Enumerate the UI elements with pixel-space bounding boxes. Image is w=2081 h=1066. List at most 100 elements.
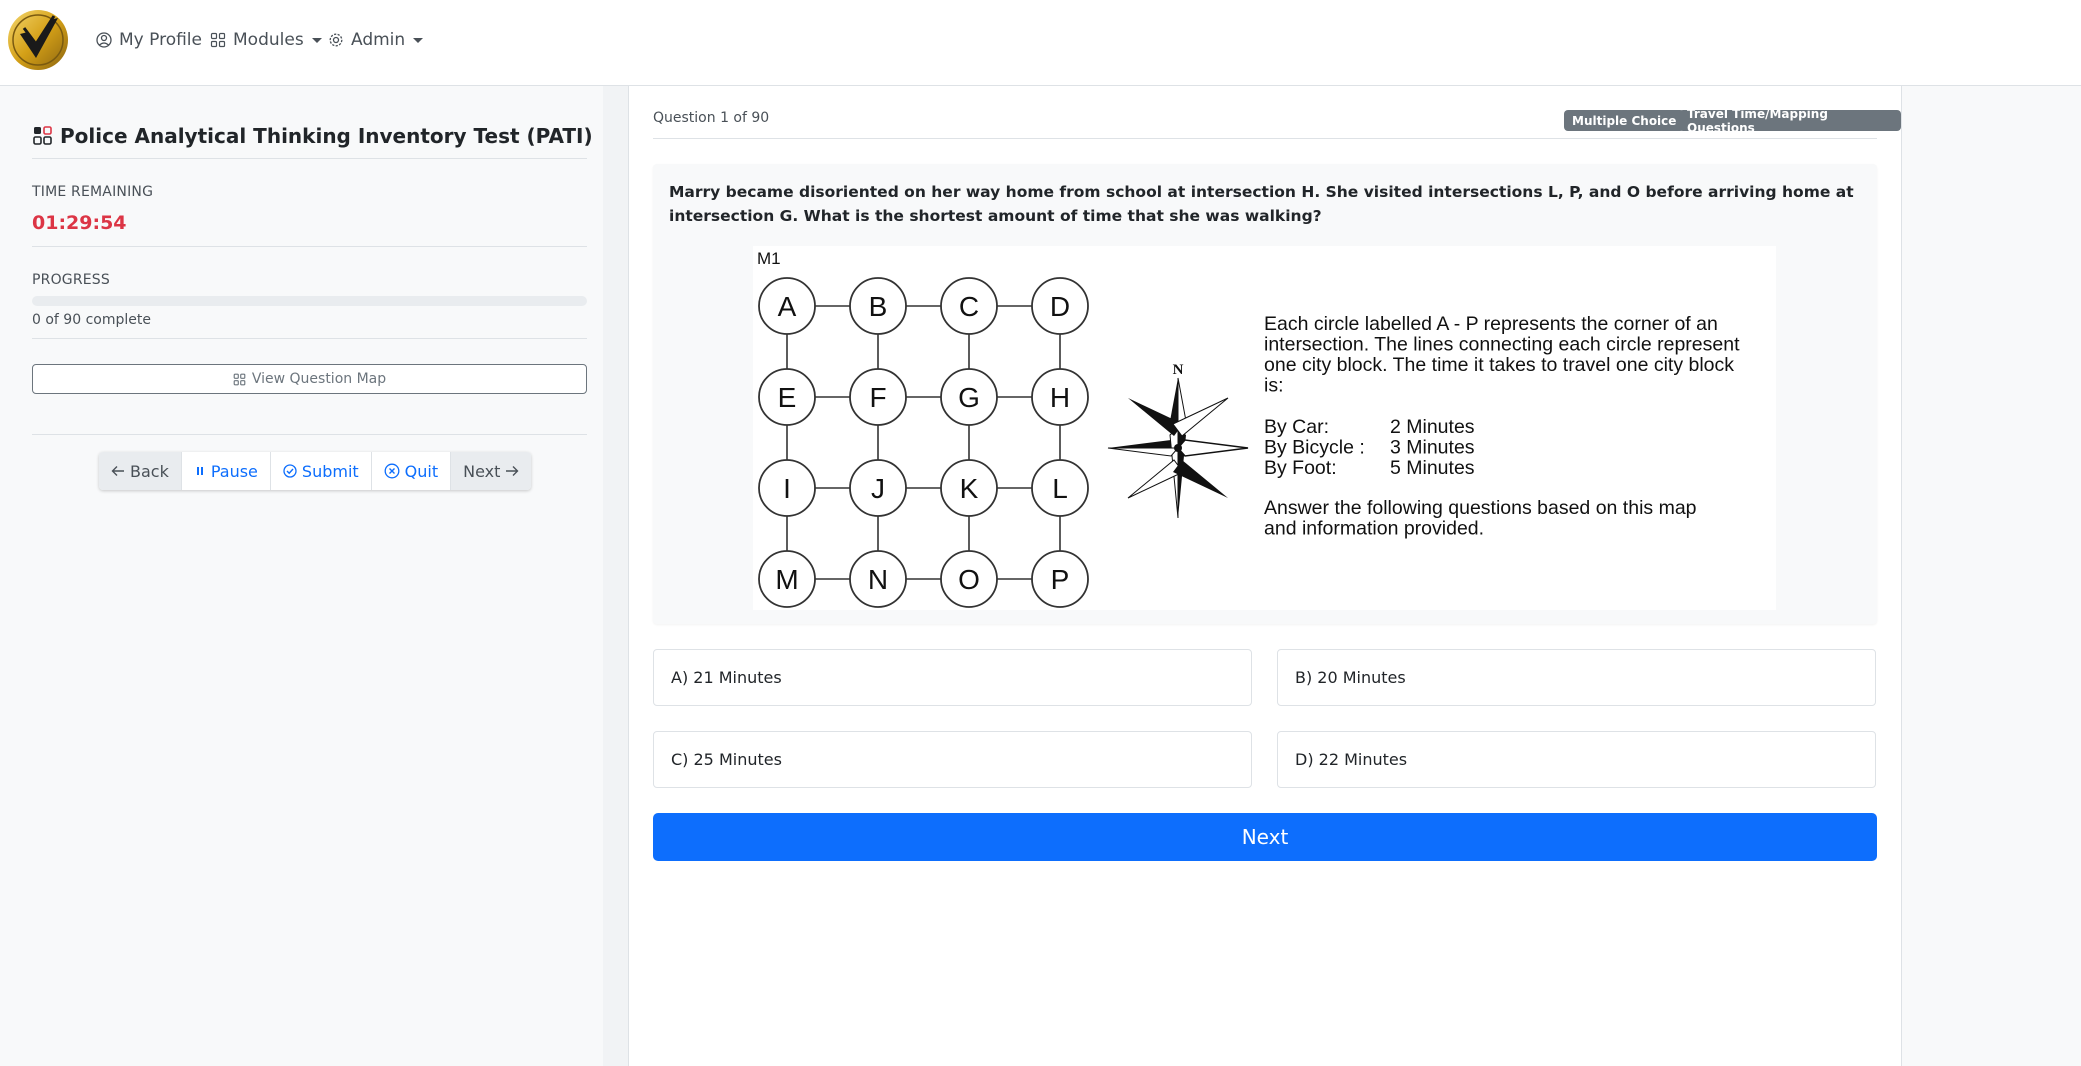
map-node-k: K: [940, 459, 998, 517]
answer-option-label: A) 21 Minutes: [671, 668, 782, 687]
map-node-l: L: [1031, 459, 1089, 517]
next-label: Next: [463, 461, 501, 481]
time-remaining-label: TIME REMAINING: [32, 184, 154, 200]
svg-text:J: J: [871, 473, 885, 504]
map-node-b: B: [849, 277, 907, 335]
map-node-d: D: [1031, 277, 1089, 335]
nav-admin-label: Admin: [351, 30, 406, 50]
map-footer-line: Answer the following questions based on …: [1264, 497, 1697, 519]
map-node-c: C: [940, 277, 998, 335]
map-node-f: F: [849, 368, 907, 426]
rate-mode: By Car:: [1264, 416, 1329, 438]
svg-text:L: L: [1052, 473, 1068, 504]
compass-north-label: N: [1173, 362, 1184, 378]
chevron-down-icon: [311, 37, 322, 43]
map-footer-line: and information provided.: [1264, 518, 1484, 540]
answer-option-label: C) 25 Minutes: [671, 750, 782, 769]
map-label: M1: [757, 249, 781, 268]
svg-text:N: N: [868, 564, 888, 595]
view-question-map-button[interactable]: View Question Map: [32, 364, 587, 394]
nav-modules-label: Modules: [233, 30, 304, 50]
badge-question-type: Multiple Choice: [1564, 110, 1685, 131]
arrow-left-icon: [111, 466, 124, 476]
arrow-right-icon: [506, 466, 519, 476]
question-counter: Question 1 of 90: [653, 110, 770, 126]
question-figure: M1 ABCDEFGHIJKLMNOP N Each circle labell…: [753, 246, 1776, 610]
svg-text:P: P: [1051, 564, 1070, 595]
pause-label: Pause: [210, 461, 258, 481]
map-node-o: O: [940, 550, 998, 608]
divider: [32, 158, 587, 159]
question-panel: Question 1 of 90 Multiple Choice Travel …: [629, 86, 1902, 1066]
pause-button[interactable]: Pause: [181, 452, 271, 490]
answer-option-d[interactable]: D) 22 Minutes: [1277, 731, 1876, 788]
answer-option-c[interactable]: C) 25 Minutes: [653, 731, 1252, 788]
quit-label: Quit: [404, 461, 439, 481]
quit-button[interactable]: Quit: [371, 452, 452, 490]
map-node-a: A: [758, 277, 816, 335]
next-button-sidebar[interactable]: Next: [451, 452, 532, 490]
nav-admin-dropdown[interactable]: Admin: [328, 28, 424, 52]
answer-option-label: D) 22 Minutes: [1295, 750, 1408, 769]
svg-text:F: F: [869, 382, 886, 413]
answer-option-b[interactable]: B) 20 Minutes: [1277, 649, 1876, 706]
nav-my-profile[interactable]: My Profile: [96, 28, 202, 52]
rate-mode: By Foot:: [1264, 457, 1337, 479]
map-description-line: is:: [1264, 375, 1284, 397]
svg-text:M: M: [775, 564, 798, 595]
divider: [32, 434, 587, 435]
pause-icon: [196, 467, 203, 475]
question-text: Marry became disoriented on her way home…: [669, 183, 1854, 225]
rate-time: 3 Minutes: [1390, 437, 1475, 459]
map-node-e: E: [758, 368, 816, 426]
intersection-map-diagram: M1 A B C DE F G HI J K LM N O P N Each c…: [757, 249, 1740, 608]
panel-divider: [603, 86, 629, 1066]
svg-text:O: O: [958, 564, 980, 595]
chevron-down-icon: [413, 37, 424, 43]
answer-option-label: B) 20 Minutes: [1295, 668, 1406, 687]
svg-text:B: B: [869, 291, 888, 322]
next-question-button[interactable]: Next: [653, 813, 1877, 861]
time-remaining-value: 01:29:54: [32, 212, 127, 234]
user-circle-icon: [96, 32, 112, 48]
submit-button[interactable]: Submit: [270, 452, 372, 490]
map-node-n: N: [849, 550, 907, 608]
svg-text:E: E: [778, 382, 797, 413]
nav-modules-dropdown[interactable]: Modules: [210, 28, 322, 52]
map-node-i: I: [758, 459, 816, 517]
check-circle-icon: [283, 464, 297, 478]
grid-icon: [233, 373, 246, 385]
rate-time: 2 Minutes: [1390, 416, 1475, 438]
nav-my-profile-label: My Profile: [119, 30, 202, 50]
test-title-text: Police Analytical Thinking Inventory Tes…: [60, 124, 593, 148]
back-label: Back: [130, 461, 169, 481]
svg-text:D: D: [1050, 291, 1070, 322]
rate-mode: By Bicycle :: [1264, 437, 1365, 459]
map-node-m: M: [758, 550, 816, 608]
badge-question-category: Travel Time/Mapping Questions: [1679, 107, 1901, 135]
progress-text: 0 of 90 complete: [32, 312, 151, 328]
back-button[interactable]: Back: [99, 452, 182, 490]
right-gutter: [1902, 86, 2081, 1066]
divider: [653, 138, 1877, 139]
svg-text:A: A: [778, 291, 797, 322]
map-description-line: one city block. The time it takes to tra…: [1264, 354, 1734, 376]
brand-logo[interactable]: [6, 8, 70, 72]
gear-icon: [329, 33, 343, 47]
test-title: Police Analytical Thinking Inventory Tes…: [32, 124, 593, 148]
top-navbar: My Profile Modules Admin: [0, 0, 2081, 86]
question-card: Marry became disoriented on her way home…: [653, 164, 1877, 624]
svg-text:K: K: [960, 473, 979, 504]
view-question-map-label: View Question Map: [251, 371, 387, 387]
map-description-line: intersection. The lines connecting each …: [1264, 334, 1740, 356]
next-question-label: Next: [1241, 825, 1289, 849]
submit-label: Submit: [301, 461, 359, 481]
divider: [32, 338, 587, 339]
x-circle-icon: [384, 463, 400, 479]
svg-text:C: C: [959, 291, 979, 322]
answer-option-a[interactable]: A) 21 Minutes: [653, 649, 1252, 706]
svg-text:G: G: [958, 382, 980, 413]
svg-text:I: I: [783, 473, 791, 504]
test-sidebar: Police Analytical Thinking Inventory Tes…: [0, 86, 604, 1066]
dashboard-icon: [33, 126, 52, 145]
